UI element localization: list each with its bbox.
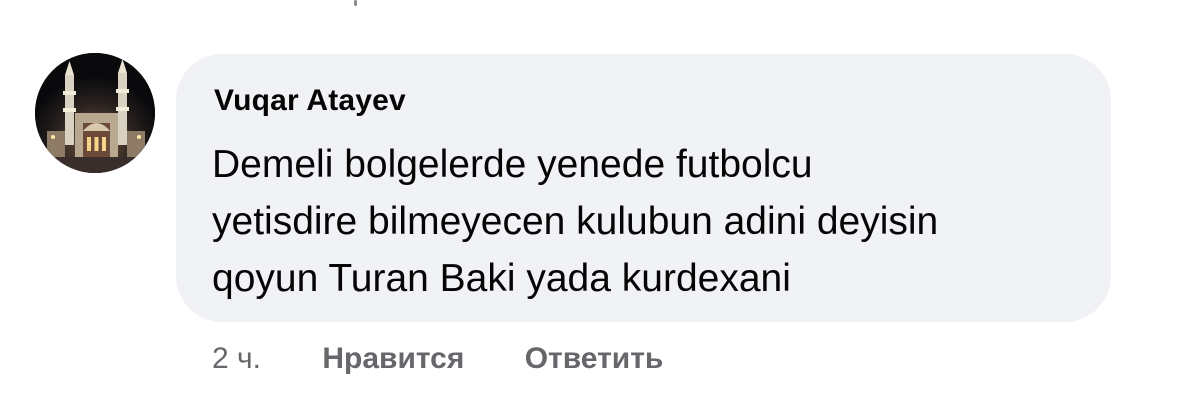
- comment-timestamp[interactable]: 2 ч.: [212, 342, 261, 376]
- mosque-night-photo-icon: [35, 53, 155, 173]
- avatar[interactable]: [35, 53, 155, 173]
- comment-text-line: qoyun Turan Baki yada kurdexani: [212, 257, 791, 300]
- comment-actions: 2 ч. Нравится Ответить: [212, 342, 663, 376]
- comment-text: Demeli bolgelerde yenede futbolcu yetisd…: [212, 136, 1082, 307]
- comment-bubble: Vuqar Atayev Demeli bolgelerde yenede fu…: [176, 54, 1111, 322]
- reply-button[interactable]: Ответить: [525, 342, 664, 376]
- like-button[interactable]: Нравится: [322, 342, 464, 376]
- comment-author[interactable]: Vuqar Atayev: [214, 84, 406, 118]
- comment-text-line: Demeli bolgelerde yenede futbolcu: [212, 143, 813, 186]
- comment-text-line: yetisdire bilmeyecen kulubun adini deyis…: [212, 200, 939, 243]
- thread-connector: [354, 0, 357, 6]
